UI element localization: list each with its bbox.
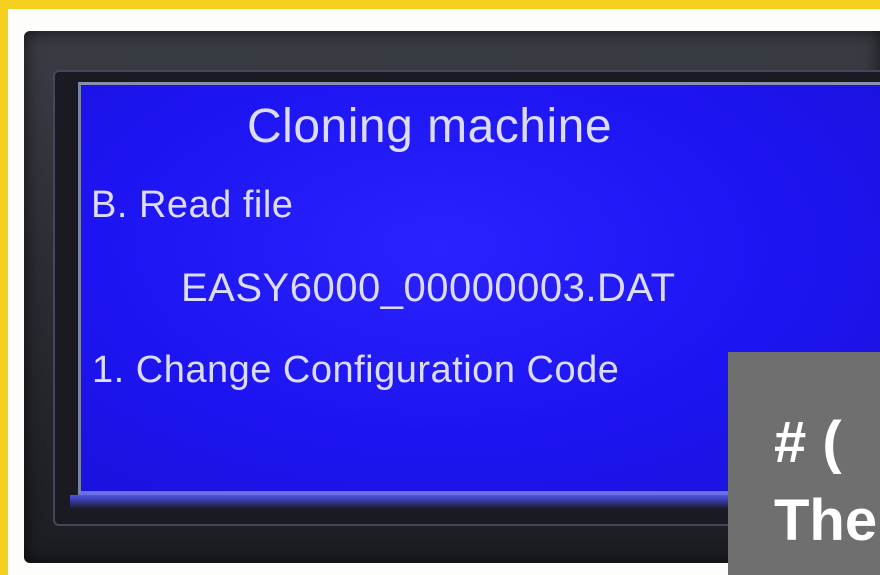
menu-change-configuration-code[interactable]: 1. Change Configuration Code [92,349,619,392]
file-name: EASY6000_00000003.DAT [181,266,676,310]
caption-line-1: # ( [774,410,842,475]
caption-overlay: # ( The [728,352,880,575]
menu-read-file[interactable]: B. Read file [91,184,293,227]
caption-line-2: The [774,488,878,553]
screen-title: Cloning machine [247,100,613,153]
